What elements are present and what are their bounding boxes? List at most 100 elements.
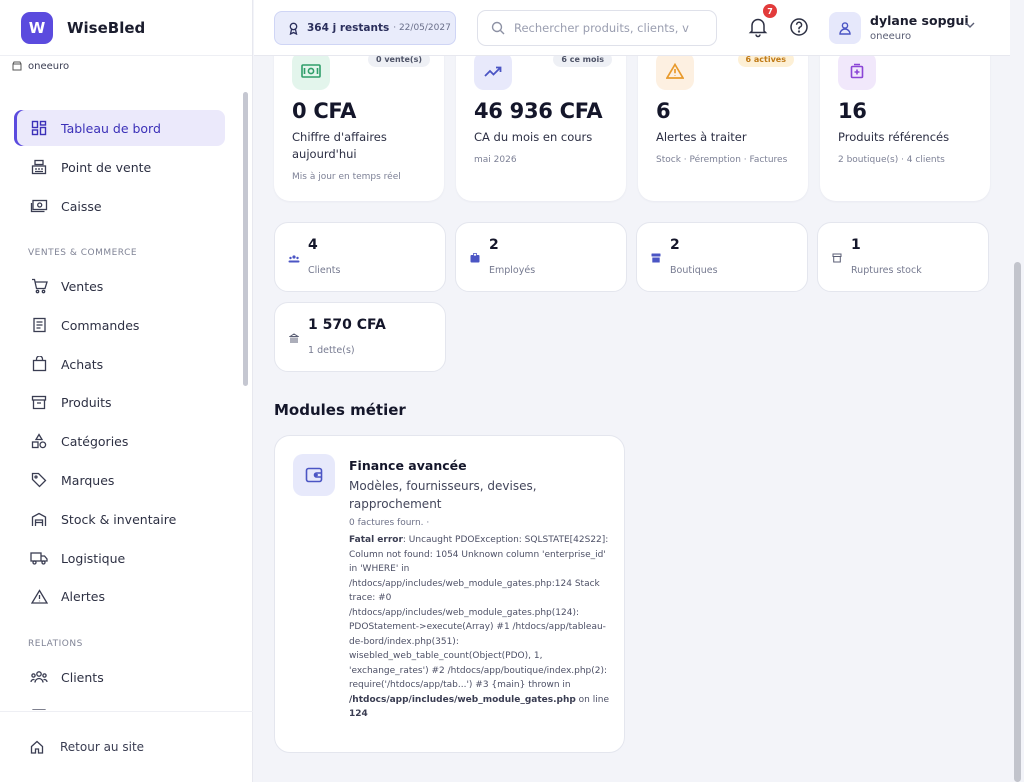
warehouse-icon — [29, 509, 49, 529]
shop-selector[interactable]: oneeuro — [0, 57, 252, 75]
cash-register-icon — [29, 157, 49, 177]
sidebar-item-label: Caisse — [61, 198, 102, 214]
module-card-finance[interactable]: Finance avancée Modèles, fournisseurs, d… — [274, 435, 625, 753]
store-icon — [12, 61, 22, 71]
sidebar-item-dashboard[interactable]: Tableau de bord — [14, 110, 225, 146]
brand-logo: W — [21, 11, 53, 44]
kpi-tag: 6 ce mois — [553, 56, 612, 67]
topbar: 364 j restants · 22/05/2027 7 dylane sop… — [254, 0, 1010, 56]
bank-icon — [288, 332, 300, 344]
stat-card-employees[interactable]: 2 Employés — [455, 222, 627, 292]
user-icon — [839, 22, 851, 35]
trend-up-icon — [474, 56, 512, 90]
avatar[interactable] — [829, 12, 861, 44]
stat-value: 2 — [670, 237, 680, 253]
page-scrollbar-thumb[interactable] — [1014, 262, 1021, 782]
module-title: Finance avancée — [349, 458, 467, 473]
kpi-value: 6 — [656, 99, 671, 123]
module-count: 0 factures fourn. · — [349, 518, 430, 528]
sidebar-item-label: Marques — [61, 472, 115, 488]
sidebar-item-pos[interactable]: Point de vente — [14, 149, 225, 185]
shop-name: oneeuro — [28, 60, 70, 72]
chevron-down-icon[interactable] — [965, 22, 975, 29]
search-box[interactable] — [477, 10, 717, 46]
kpi-label: Chiffre d'affaires aujourd'hui — [292, 130, 387, 161]
sidebar-scrollbar[interactable] — [243, 92, 248, 386]
stat-card-stockouts[interactable]: 1 Ruptures stock — [817, 222, 989, 292]
warning-icon — [656, 56, 694, 90]
sidebar-item-stock[interactable]: Stock & inventaire — [14, 501, 225, 537]
module-description: Modèles, fournisseurs, devises, rapproch… — [349, 479, 537, 511]
stat-label: Clients — [308, 265, 341, 276]
stat-label: 1 dette(s) — [308, 345, 355, 356]
stat-label: Employés — [489, 265, 536, 276]
modules-title: Modules métier — [274, 401, 406, 419]
sidebar-item-label: Logistique — [61, 550, 126, 566]
orders-icon — [29, 315, 49, 335]
kpi-card-alerts[interactable]: 6 actives 6 Alertes à traiter Stock · Pé… — [638, 56, 808, 201]
store-icon — [650, 252, 662, 264]
cash-icon — [29, 196, 49, 216]
sidebar-item-label: Clients — [61, 669, 104, 685]
list-icon — [29, 706, 49, 710]
kpi-meta: Mis à jour en temps réel — [292, 172, 401, 182]
sidebar-item-label: Stock & inventaire — [61, 511, 177, 527]
warning-icon — [29, 586, 49, 606]
sidebar-item-sales[interactable]: Ventes — [14, 268, 225, 304]
sidebar-item-label: Alertes — [61, 588, 105, 604]
sidebar-item-alerts[interactable]: Alertes — [14, 578, 225, 614]
stat-value: 4 — [308, 237, 318, 253]
home-icon — [30, 740, 44, 754]
sidebar-item-logistics[interactable]: Logistique — [14, 540, 225, 576]
cart-icon — [29, 276, 49, 296]
stat-value: 1 — [851, 237, 861, 253]
sidebar-item-label: Catégories — [61, 433, 129, 449]
subscription-date: · 22/05/2027 — [393, 23, 451, 33]
kpi-label: Produits référencés — [838, 130, 950, 144]
money-icon — [292, 56, 330, 90]
shapes-icon — [29, 431, 49, 451]
stat-value: 2 — [489, 237, 499, 253]
kpi-meta: mai 2026 — [474, 155, 517, 165]
sidebar-item-products[interactable]: Produits — [14, 384, 225, 420]
sidebar-item-categories[interactable]: Catégories — [14, 423, 225, 459]
sidebar-item-brands[interactable]: Marques — [14, 462, 225, 498]
stat-label: Boutiques — [670, 265, 718, 276]
tag-icon — [29, 470, 49, 490]
sidebar-item-cash[interactable]: Caisse — [14, 188, 225, 224]
page-scrollbar[interactable] — [1011, 0, 1024, 782]
sidebar-item-clients[interactable]: Clients — [14, 659, 225, 695]
sidebar-item-label: Produits — [61, 394, 112, 410]
kpi-tag: 6 actives — [737, 56, 794, 67]
kpi-card-revenue-month[interactable]: 6 ce mois 46 936 CFA CA du mois en cours… — [456, 56, 626, 201]
stat-card-shops[interactable]: 2 Boutiques — [636, 222, 808, 292]
sidebar-item-orders[interactable]: Commandes — [14, 307, 225, 343]
kpi-value: 0 CFA — [292, 99, 357, 123]
kpi-tag: 0 vente(s) — [367, 56, 430, 67]
dashboard-icon — [29, 118, 49, 138]
sidebar-item-purchases[interactable]: Achats — [14, 346, 225, 382]
kpi-card-revenue-today[interactable]: 0 vente(s) 0 CFA Chiffre d'affaires aujo… — [274, 56, 444, 201]
stat-value: 1 570 CFA — [308, 317, 386, 333]
wallet-icon — [293, 454, 335, 496]
subscription-badge[interactable]: 364 j restants · 22/05/2027 — [274, 11, 456, 45]
award-icon — [289, 22, 298, 35]
help-icon[interactable] — [789, 17, 809, 37]
brand[interactable]: W WiseBled — [0, 0, 252, 56]
stat-card-clients[interactable]: 4 Clients — [274, 222, 446, 292]
kpi-value: 16 — [838, 99, 867, 123]
notifications-bell-icon[interactable] — [747, 16, 769, 38]
stat-card-debts[interactable]: 1 570 CFA 1 dette(s) — [274, 302, 446, 372]
sidebar: W WiseBled oneeuro Tableau de bord Point… — [0, 0, 253, 782]
sidebar-item-more[interactable] — [14, 698, 225, 710]
users-icon — [288, 252, 300, 264]
search-input[interactable] — [514, 21, 704, 35]
back-to-site-link[interactable]: Retour au site — [0, 711, 253, 782]
kpi-card-products[interactable]: 16 Produits référencés 2 boutique(s) · 4… — [820, 56, 990, 201]
error-file: /htdocs/app/includes/web_module_gates.ph… — [349, 694, 576, 705]
logo-letter: W — [28, 18, 46, 37]
user-name[interactable]: dylane sopgui — [870, 13, 969, 28]
kpi-label: Alertes à traiter — [656, 130, 747, 144]
sidebar-item-label: Tableau de bord — [61, 120, 161, 136]
sidebar-item-label: Point de vente — [61, 159, 152, 175]
